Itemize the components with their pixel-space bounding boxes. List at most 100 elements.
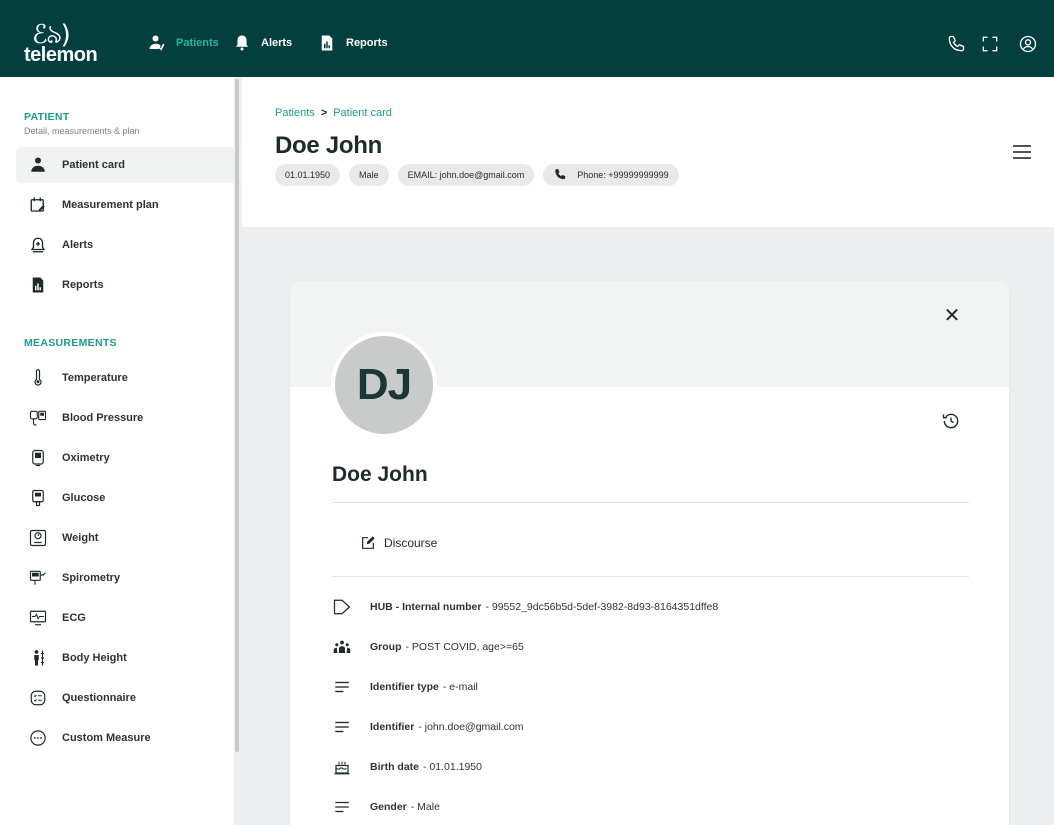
spirometer-icon [29, 570, 46, 585]
phone-chip-label: Phone: +99999999999 [577, 170, 669, 180]
sidebar-item-temperature[interactable]: Temperature [16, 360, 252, 396]
info-row-gender: Gender - Male [332, 797, 440, 817]
nav-patients[interactable]: Patients [148, 34, 219, 52]
edit-icon [362, 536, 375, 549]
breadcrumb-separator: > [320, 107, 328, 119]
sidebar-item-custom-measure[interactable]: Custom Measure [16, 720, 252, 756]
alarm-bell-icon [30, 237, 46, 253]
info-row-hub: HUB - Internal number - 99552_9dc56b5d-5… [332, 597, 718, 617]
nav-reports[interactable]: Reports [318, 34, 388, 52]
lines-icon [335, 681, 349, 693]
sidebar-item-oximetry[interactable]: Oximetry [16, 440, 252, 476]
phone-icon[interactable] [946, 34, 966, 54]
breadcrumb-patients-link[interactable]: Patients [275, 107, 315, 119]
sidebar-item-label: Temperature [62, 372, 128, 384]
lines-icon [335, 721, 349, 733]
info-row-group: Group - POST COVID, age>=65 [332, 637, 524, 657]
gender-chip: Male [349, 164, 389, 186]
blood-pressure-icon [29, 410, 47, 426]
sidebar-item-glucose[interactable]: Glucose [16, 480, 252, 516]
telemon-logo[interactable]: ℰ৯) telemon [24, 14, 98, 68]
info-row-birth-date: Birth date - 01.01.1950 [332, 757, 482, 777]
info-row-identifier-type: Identifier type - e-mail [332, 677, 478, 697]
sidebar-item-questionnaire[interactable]: Questionnaire [16, 680, 252, 716]
close-icon[interactable]: ✕ [942, 305, 962, 325]
patient-card: ✕ DJ Doe John Discourse HUB - Internal n… [290, 281, 1009, 825]
scale-icon [29, 529, 47, 547]
sidebar-item-label: Alerts [62, 239, 94, 251]
sidebar-item-spirometry[interactable]: Spirometry [16, 560, 252, 596]
sidebar-scrollbar[interactable] [235, 79, 239, 752]
patient-name: Doe John [332, 463, 428, 486]
info-label: HUB - Internal number [370, 601, 482, 613]
report-icon [321, 35, 333, 51]
sidebar-item-label: Reports [62, 279, 104, 291]
info-label: Gender [370, 801, 407, 813]
sidebar-item-patient-card[interactable]: Patient card [16, 147, 252, 183]
sidebar-item-label: Patient card [62, 159, 125, 171]
nav-alerts-label: Alerts [261, 37, 293, 49]
sidebar-item-label: Measurement plan [62, 199, 159, 211]
info-value: - Male [410, 801, 440, 813]
lines-icon [335, 801, 349, 813]
phone-icon [555, 169, 566, 180]
height-icon [34, 650, 44, 666]
info-value: - e-mail [442, 681, 478, 693]
info-label: Group [370, 641, 402, 653]
sidebar-item-label: Weight [62, 532, 99, 544]
info-value: - 01.01.1950 [423, 761, 482, 773]
email-chip: EMAIL: john.doe@gmail.com [397, 164, 535, 186]
menu-icon[interactable] [1013, 145, 1031, 159]
bell-icon [236, 35, 248, 51]
avatar: DJ [331, 332, 437, 438]
sidebar-item-weight[interactable]: Weight [16, 520, 252, 556]
divider [332, 576, 969, 577]
info-value: - 99552_9dc56b5d-5def-3982-8d93-8164351d… [485, 601, 719, 613]
phone-chip[interactable]: Phone: +99999999999 [543, 164, 679, 186]
more-icon [30, 730, 46, 746]
oximeter-icon [32, 449, 44, 467]
sidebar-item-label: Body Height [62, 652, 127, 664]
nav-alerts[interactable]: Alerts [233, 34, 292, 52]
cake-icon [334, 761, 350, 775]
report-icon [32, 277, 44, 293]
sidebar-item-label: Blood Pressure [62, 412, 144, 424]
sidebar-item-body-height[interactable]: Body Height [16, 640, 252, 676]
patient-icon [149, 35, 165, 51]
glucometer-icon [32, 489, 44, 507]
sidebar-item-label: Glucose [62, 492, 106, 504]
info-value: - john.doe@gmail.com [418, 721, 524, 733]
person-icon [31, 157, 45, 172]
sidebar-item-ecg[interactable]: ECG [16, 600, 252, 636]
info-label: Identifier [370, 721, 415, 733]
breadcrumb-current[interactable]: Patient card [333, 107, 392, 119]
thermometer-icon [34, 369, 42, 386]
measurements-section-title: MEASUREMENTS [24, 337, 117, 349]
sidebar-item-label: Custom Measure [62, 732, 151, 744]
info-label: Identifier type [370, 681, 439, 693]
info-label: Birth date [370, 761, 420, 773]
sidebar-item-blood-pressure[interactable]: Blood Pressure [16, 400, 252, 436]
sidebar-item-label: ECG [62, 612, 86, 624]
sidebar-item-label: Oximetry [62, 452, 110, 464]
info-row-identifier: Identifier - john.doe@gmail.com [332, 717, 524, 737]
ecg-monitor-icon [29, 610, 47, 626]
calendar-edit-icon [30, 197, 45, 212]
history-icon[interactable] [941, 411, 961, 431]
account-icon[interactable] [1018, 34, 1038, 54]
discourse-label: Discourse [384, 536, 438, 550]
fullscreen-icon[interactable] [980, 34, 1000, 54]
patient-section-subtitle: Detail, measurements & plan [24, 126, 140, 136]
group-icon [333, 640, 351, 653]
sidebar-item-measurement-plan[interactable]: Measurement plan [16, 187, 252, 223]
patient-info-chips: 01.01.1950 Male EMAIL: john.doe@gmail.co… [275, 164, 679, 186]
nav-reports-label: Reports [346, 37, 388, 49]
sidebar-item-alerts[interactable]: Alerts [16, 227, 252, 263]
sidebar: PATIENT Detail, measurements & plan Pati… [0, 77, 252, 825]
discourse-button[interactable]: Discourse [360, 535, 437, 551]
info-value: - POST COVID, age>=65 [405, 641, 524, 653]
nav-patients-label: Patients [176, 37, 219, 49]
page-title: Doe John [275, 132, 382, 159]
questionnaire-icon [30, 690, 46, 706]
sidebar-item-reports[interactable]: Reports [16, 267, 252, 303]
